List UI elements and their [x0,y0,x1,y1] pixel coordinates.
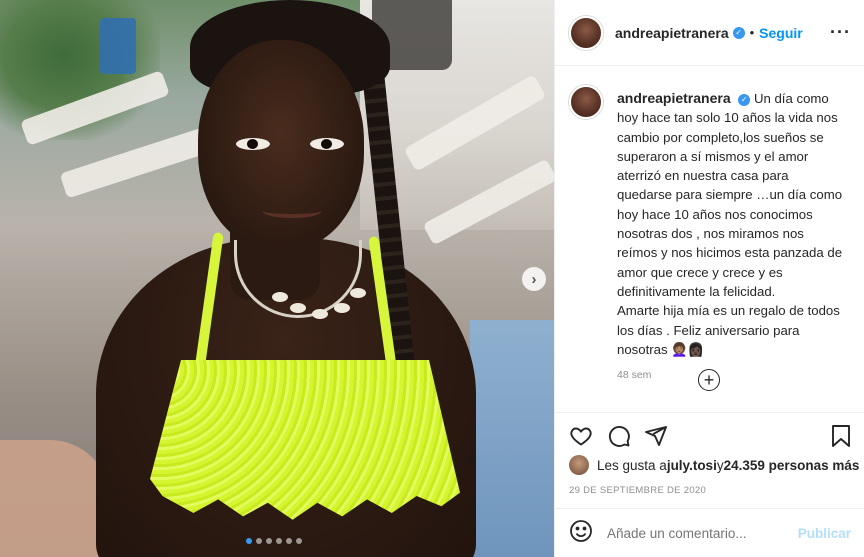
likes-count[interactable]: 24.359 personas más [724,458,860,473]
header-separator: • [749,25,755,40]
carousel-dot [276,538,282,544]
shell [312,309,328,319]
post-image[interactable]: › [0,0,554,557]
carousel-dot [246,538,252,544]
comment-input[interactable] [607,525,798,541]
action-bar [555,412,864,458]
load-more-comments-icon[interactable]: + [698,369,720,391]
share-icon[interactable] [643,423,669,449]
likes-user[interactable]: july.tosi [667,458,717,473]
background-blue-object [100,18,136,74]
shell [272,292,288,302]
verified-badge-icon: ✓ [732,26,745,39]
verified-badge-icon: ✓ [738,93,751,106]
avatar[interactable] [569,15,603,50]
follow-button[interactable]: Seguir [759,25,803,41]
carousel-dot [256,538,262,544]
shell [290,303,306,313]
comment-icon[interactable] [606,423,632,449]
comments-section: andreapietranera ✓ Un día como hoy hace … [555,67,864,412]
post-date[interactable]: 29 DE SEPTIEMBRE DE 2020 [569,485,706,496]
background-person [0,440,110,557]
girl-eye-left [236,138,270,150]
bookmark-icon[interactable] [828,423,854,449]
chevron-right-icon[interactable]: › [522,267,546,291]
background-pool [470,320,554,557]
shell [334,303,350,313]
likes-middle: y [716,457,724,473]
avatar[interactable] [569,85,603,119]
post-panel: andreapietranera ✓ • Seguir ··· andreapi… [554,0,864,557]
header-username[interactable]: andreapietranera [615,25,729,41]
caption: andreapietranera ✓ Un día como hoy hace … [569,85,851,359]
emoji-icon[interactable] [569,519,593,548]
carousel-dot [266,538,272,544]
carousel-dot [286,538,292,544]
shell [350,288,366,298]
caption-username[interactable]: andreapietranera [617,90,731,106]
girl-eye-right [310,138,344,150]
post-header: andreapietranera ✓ • Seguir ··· [555,0,864,66]
caption-emoji: 👩🏽‍🦱👩🏿 [671,341,705,357]
likes-prefix: Les gusta a [597,457,667,473]
avatar [569,455,589,475]
carousel-dots [246,538,302,544]
girl-smile [262,204,322,218]
heart-icon[interactable] [568,423,594,449]
likes-summary: Les gusta a july.tosi y 24.359 personas … [569,455,859,475]
caption-body: Un día como hoy hace tan solo 10 años la… [617,91,843,299]
caption-body-2: Amarte hija mía es un regalo de todos lo… [617,303,840,357]
caption-text: andreapietranera ✓ Un día como hoy hace … [617,89,847,359]
caption-time[interactable]: 48 sem [617,369,851,381]
more-options-icon[interactable]: ··· [830,22,851,43]
publish-button[interactable]: Publicar [798,526,851,541]
comment-bar: Publicar [555,508,864,557]
carousel-dot [296,538,302,544]
